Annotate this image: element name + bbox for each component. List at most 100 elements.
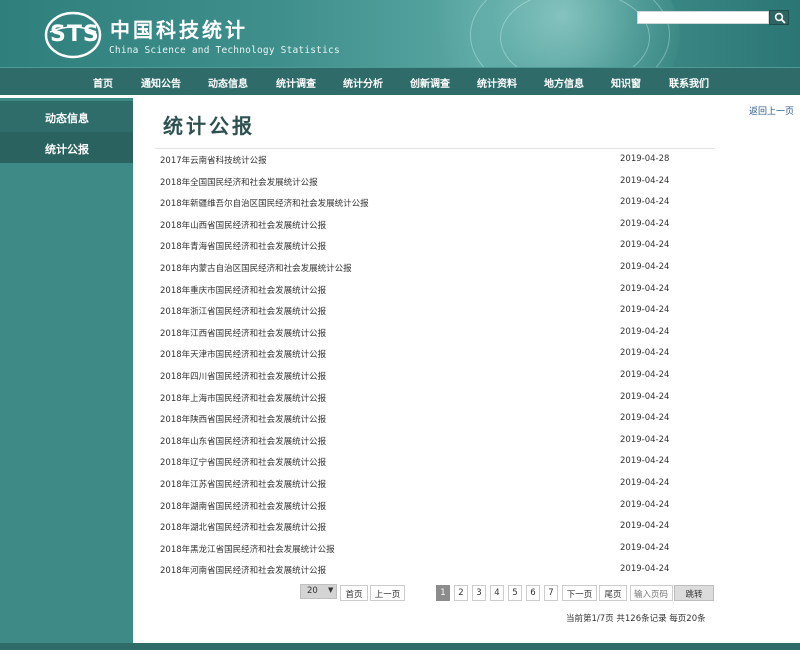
list-item[interactable]: 2018年江苏省国民经济和社会发展统计公报 2019-04-24 — [155, 473, 715, 495]
list-item[interactable]: 2018年浙江省国民经济和社会发展统计公报 2019-04-24 — [155, 300, 715, 322]
list-item-title[interactable]: 2018年陕西省国民经济和社会发展统计公报 — [160, 413, 326, 425]
nav-item-contact[interactable]: 联系我们 — [669, 75, 709, 90]
site-title-cn: 中国科技统计 — [110, 18, 248, 42]
list-item-date: 2019-04-24 — [620, 370, 670, 380]
list-item-title[interactable]: 2018年青海省国民经济和社会发展统计公报 — [160, 240, 326, 252]
list-item-date: 2019-04-24 — [620, 564, 670, 575]
list-item-date: 2019-04-24 — [620, 262, 670, 272]
list-item-title[interactable]: 2018年四川省国民经济和社会发展统计公报 — [160, 370, 326, 382]
last-page-button[interactable]: 尾页 — [599, 585, 627, 601]
nav-item-notices[interactable]: 通知公告 — [141, 75, 181, 90]
list-item[interactable]: 2018年辽宁省国民经济和社会发展统计公报 2019-04-24 — [155, 451, 715, 473]
list-item-title[interactable]: 2018年江苏省国民经济和社会发展统计公报 — [160, 478, 326, 490]
list-item[interactable]: 2018年内蒙古自治区国民经济和社会发展统计公报 2019-04-24 — [155, 257, 715, 279]
list-item-date: 2019-04-24 — [620, 348, 670, 359]
list-item[interactable]: 2017年云南省科技统计公报 2019-04-28 — [155, 149, 715, 171]
sidebar-item-bulletin[interactable]: 统计公报 — [0, 132, 133, 163]
page-number-button[interactable]: 1 — [436, 585, 450, 601]
list-item-date: 2019-04-24 — [620, 240, 670, 251]
list-item-title[interactable]: 2017年云南省科技统计公报 — [160, 154, 267, 166]
nav-item-home[interactable]: 首页 — [93, 75, 113, 90]
page-title: 统计公报 — [163, 114, 255, 138]
search-button[interactable] — [769, 10, 789, 25]
list-item[interactable]: 2018年江西省国民经济和社会发展统计公报 2019-04-24 — [155, 322, 715, 344]
list-item-date: 2019-04-24 — [620, 413, 670, 424]
list-item[interactable]: 2018年河南省国民经济和社会发展统计公报 2019-04-24 — [155, 559, 715, 581]
list-item-title[interactable]: 2018年新疆维吾尔自治区国民经济和社会发展统计公报 — [160, 197, 369, 209]
nav-item-news[interactable]: 动态信息 — [208, 75, 248, 90]
list-item[interactable]: 2018年上海市国民经济和社会发展统计公报 2019-04-24 — [155, 387, 715, 409]
footer-bar — [0, 643, 800, 650]
page-number-button[interactable]: 5 — [508, 585, 522, 601]
sidebar-item-news[interactable]: 动态信息 — [0, 101, 133, 132]
list-item-date: 2019-04-24 — [620, 175, 670, 186]
list-item-title[interactable]: 2018年河南省国民经济和社会发展统计公报 — [160, 564, 326, 576]
page-size-select[interactable]: 20 ▼ — [300, 584, 337, 599]
list-item-date: 2019-04-24 — [620, 521, 670, 532]
nav-item-data[interactable]: 统计资料 — [477, 75, 517, 90]
page-size-value: 20 — [307, 586, 318, 596]
list-item[interactable]: 2018年山西省国民经济和社会发展统计公报 2019-04-24 — [155, 214, 715, 236]
list-item-date: 2019-04-24 — [620, 197, 670, 208]
nav-item-survey[interactable]: 统计调查 — [276, 75, 316, 90]
list-item[interactable]: 2018年重庆市国民经济和社会发展统计公报 2019-04-24 — [155, 279, 715, 301]
go-page-button[interactable]: 跳转 — [674, 585, 714, 601]
page-number-button[interactable]: 6 — [526, 585, 540, 601]
list-item[interactable]: 2018年山东省国民经济和社会发展统计公报 2019-04-24 — [155, 430, 715, 452]
list-item-title[interactable]: 2018年山东省国民经济和社会发展统计公报 — [160, 435, 326, 447]
list-item-date: 2019-04-28 — [620, 154, 670, 164]
back-link[interactable]: 返回上一页 — [749, 104, 794, 117]
site-header: STS 中国科技统计 China Science and Technology … — [0, 0, 800, 67]
list-item-title[interactable]: 2018年辽宁省国民经济和社会发展统计公报 — [160, 456, 326, 468]
list-item-date: 2019-04-24 — [620, 283, 670, 294]
list-item-title[interactable]: 2018年浙江省国民经济和社会发展统计公报 — [160, 305, 326, 317]
list-item-title[interactable]: 2018年湖北省国民经济和社会发展统计公报 — [160, 521, 326, 533]
next-page-button[interactable]: 下一页 — [562, 585, 597, 601]
sidebar: 动态信息 统计公报 — [0, 98, 133, 643]
list-item-title[interactable]: 2018年上海市国民经济和社会发展统计公报 — [160, 392, 326, 404]
list-item-date: 2019-04-24 — [620, 478, 670, 488]
list-item[interactable]: 2018年全国国民经济和社会发展统计公报 2019-04-24 — [155, 171, 715, 193]
nav-item-local[interactable]: 地方信息 — [544, 75, 584, 90]
page-number-button[interactable]: 2 — [454, 585, 468, 601]
list-item[interactable]: 2018年湖南省国民经济和社会发展统计公报 2019-04-24 — [155, 495, 715, 517]
page-number-button[interactable]: 4 — [490, 585, 504, 601]
page-number-input[interactable] — [630, 585, 673, 601]
globe-ring — [500, 0, 650, 67]
nav-item-innovation[interactable]: 创新调查 — [410, 75, 450, 90]
list-item-title[interactable]: 2018年黑龙江省国民经济和社会发展统计公报 — [160, 543, 335, 555]
list-item-date: 2019-04-24 — [620, 326, 670, 337]
list-item-title[interactable]: 2018年全国国民经济和社会发展统计公报 — [160, 176, 318, 188]
list-item-title[interactable]: 2018年天津市国民经济和社会发展统计公报 — [160, 348, 326, 360]
nav-item-analysis[interactable]: 统计分析 — [343, 75, 383, 90]
list-item[interactable]: 2018年黑龙江省国民经济和社会发展统计公报 2019-04-24 — [155, 538, 715, 560]
list-item-title[interactable]: 2018年山西省国民经济和社会发展统计公报 — [160, 219, 326, 231]
search-input[interactable] — [637, 11, 769, 24]
list-item-title[interactable]: 2018年内蒙古自治区国民经济和社会发展统计公报 — [160, 262, 352, 274]
pagination-summary: 当前第1/7页 共126条记录 每页20条 — [566, 614, 706, 624]
list-item-title[interactable]: 2018年湖南省国民经济和社会发展统计公报 — [160, 500, 326, 512]
list-item[interactable]: 2018年四川省国民经济和社会发展统计公报 2019-04-24 — [155, 365, 715, 387]
first-page-button[interactable]: 首页 — [340, 585, 368, 601]
list-item[interactable]: 2018年青海省国民经济和社会发展统计公报 2019-04-24 — [155, 235, 715, 257]
page-number-button[interactable]: 7 — [544, 585, 558, 601]
list-item[interactable]: 2018年新疆维吾尔自治区国民经济和社会发展统计公报 2019-04-24 — [155, 192, 715, 214]
list-item-date: 2019-04-24 — [620, 542, 670, 553]
list-item[interactable]: 2018年天津市国民经济和社会发展统计公报 2019-04-24 — [155, 343, 715, 365]
list-item-date: 2019-04-24 — [620, 434, 670, 445]
nav-item-knowledge[interactable]: 知识窗 — [611, 75, 641, 90]
list-item-title[interactable]: 2018年重庆市国民经济和社会发展统计公报 — [160, 284, 326, 296]
list-item[interactable]: 2018年陕西省国民经济和社会发展统计公报 2019-04-24 — [155, 408, 715, 430]
list-item[interactable]: 2018年湖北省国民经济和社会发展统计公报 2019-04-24 — [155, 516, 715, 538]
list-item-date: 2019-04-24 — [620, 305, 670, 316]
search-icon — [774, 12, 786, 24]
site-logo[interactable]: STS — [50, 22, 100, 47]
main-nav: 首页 通知公告 动态信息 统计调查 统计分析 创新调查 统计资料 地方信息 知识… — [0, 67, 800, 95]
list-item-date: 2019-04-24 — [620, 391, 670, 402]
page-number-button[interactable]: 3 — [472, 585, 486, 601]
prev-page-button[interactable]: 上一页 — [370, 585, 405, 601]
list-item-date: 2019-04-24 — [620, 218, 670, 229]
site-title-en: China Science and Technology Statistics — [109, 45, 340, 56]
chevron-down-icon: ▼ — [328, 586, 334, 594]
list-item-title[interactable]: 2018年江西省国民经济和社会发展统计公报 — [160, 327, 326, 339]
